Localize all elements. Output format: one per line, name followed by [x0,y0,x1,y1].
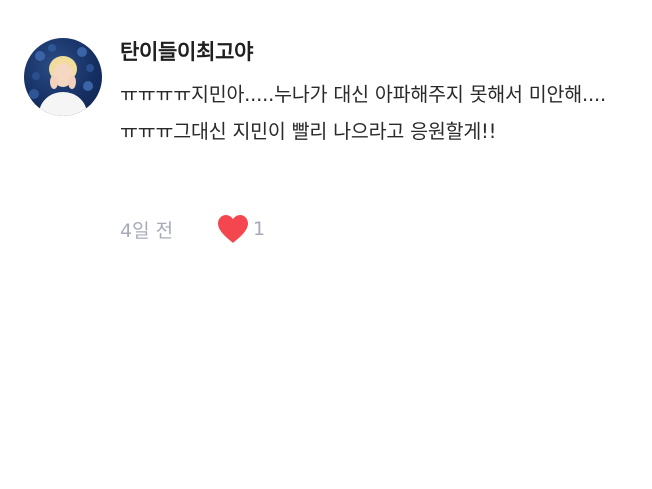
heart-icon [218,215,248,243]
like-button[interactable]: 1 [216,214,265,244]
comment-body: ㅠㅠㅠㅠ지민아.....누나가 대신 아파해주지 못해서 미안해....ㅠㅠㅠ그… [120,83,607,143]
comment-content: 탄이들이최고야 ㅠㅠㅠㅠ지민아.....누나가 대신 아파해주지 못해서 미안해… [120,38,620,150]
comment-meta: 4일 전 1 [120,214,265,244]
username[interactable]: 탄이들이최고야 [120,38,620,66]
timestamp: 4일 전 [120,219,174,242]
avatar[interactable] [24,38,102,116]
avatar-photo [29,44,94,116]
like-count: 1 [253,218,266,240]
